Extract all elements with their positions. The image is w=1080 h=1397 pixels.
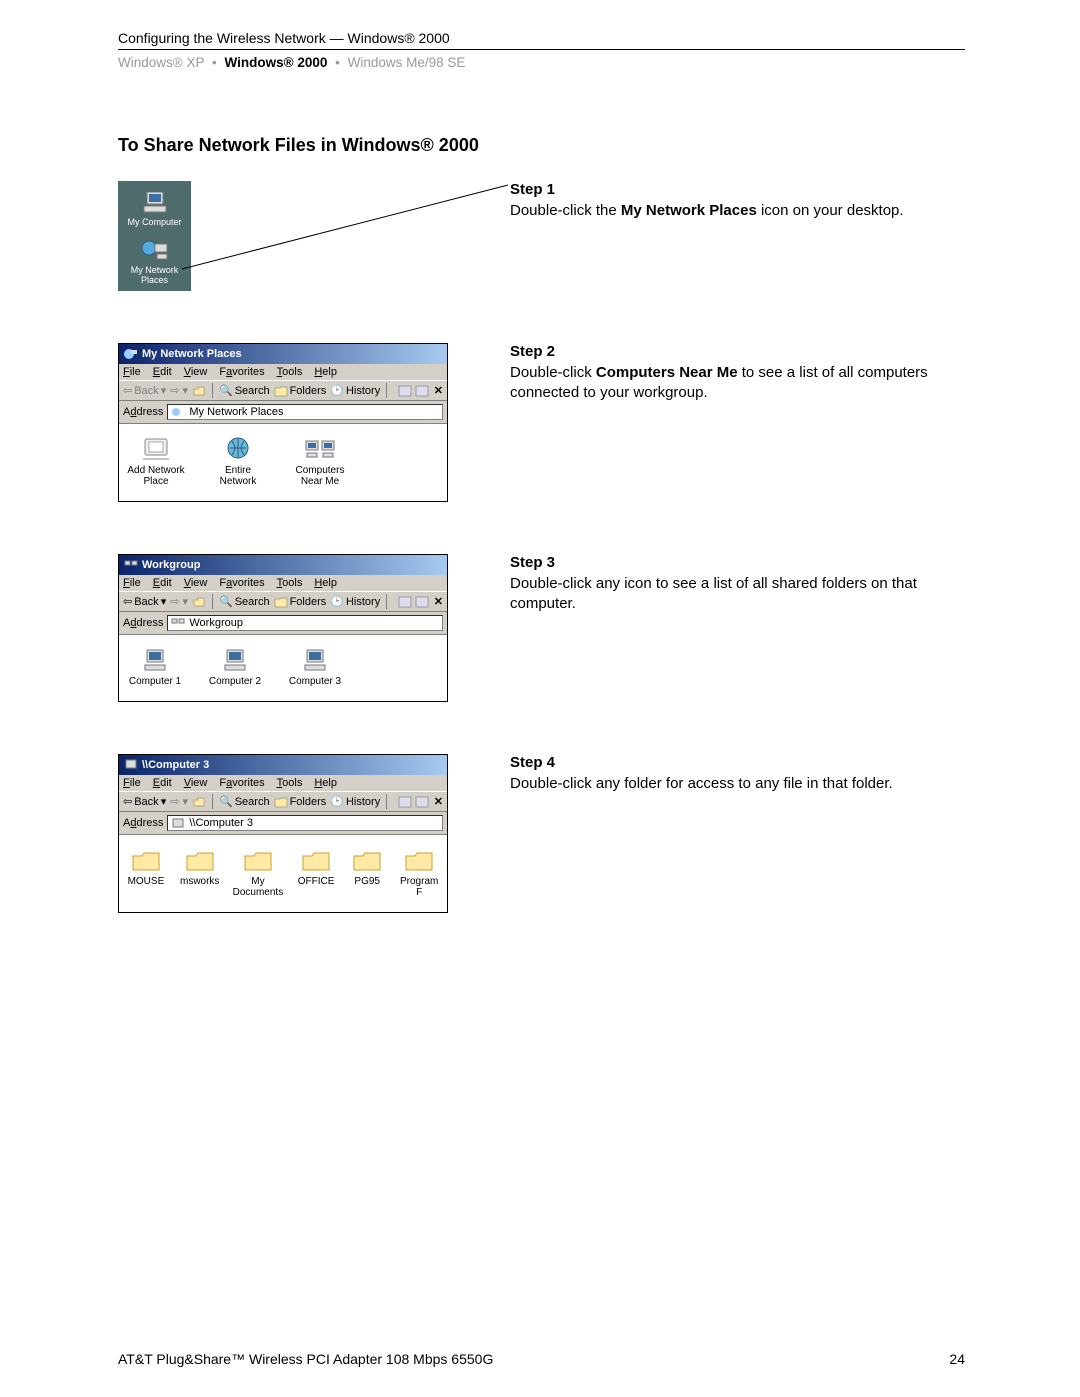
folder-my-documents[interactable]: My Documents: [233, 846, 284, 898]
back-button[interactable]: ⇦ Back ▾: [123, 795, 166, 808]
add-network-place-icon[interactable]: Add Network Place: [125, 435, 187, 487]
menubar: File Edit View Favorites Tools Help: [119, 575, 447, 591]
delete-icon[interactable]: ✕: [434, 384, 443, 397]
computers-near-me-icon[interactable]: Computers Near Me: [289, 435, 351, 487]
window-workgroup: Workgroup File Edit View Favorites Tools…: [118, 554, 448, 702]
menu-favorites[interactable]: Favorites: [219, 366, 264, 378]
folder-msworks[interactable]: msworks: [179, 846, 221, 898]
step3-text: Double-click any icon to see a list of a…: [510, 574, 965, 615]
menu-edit[interactable]: Edit: [153, 366, 172, 378]
footer-page-number: 24: [949, 1351, 965, 1367]
my-computer-icon: [140, 191, 170, 215]
menu-edit[interactable]: Edit: [153, 577, 172, 589]
my-network-places-label: My Network Places: [122, 265, 187, 285]
address-label: Address: [123, 817, 163, 829]
nav-xp: Windows® XP: [118, 55, 204, 70]
address-label: Address: [123, 406, 163, 418]
move-to-icon[interactable]: [398, 385, 412, 397]
menu-tools[interactable]: Tools: [277, 777, 303, 789]
search-button[interactable]: 🔍 Search: [219, 384, 270, 397]
menu-view[interactable]: View: [184, 577, 208, 589]
forward-button[interactable]: ⇨ ▾: [170, 795, 188, 808]
menubar: File Edit View Favorites Tools Help: [119, 775, 447, 791]
toolbar: ⇦ Back ▾ ⇨ ▾ 🔍 Search Folders 🕑 History: [119, 380, 447, 401]
search-button[interactable]: 🔍 Search: [219, 795, 270, 808]
forward-button[interactable]: ⇨ ▾: [170, 595, 188, 608]
window-title: My Network Places: [142, 348, 242, 360]
copy-to-icon[interactable]: [415, 796, 429, 808]
menu-tools[interactable]: Tools: [277, 577, 303, 589]
address-field[interactable]: Workgroup: [167, 615, 443, 631]
callout-line: [182, 255, 512, 335]
desktop-screenshot: My Computer My Network Places: [118, 181, 191, 291]
history-button[interactable]: 🕑 History: [330, 384, 380, 397]
computer3-icon[interactable]: Computer 3: [285, 646, 345, 687]
folder-program-files[interactable]: Program F: [397, 846, 441, 898]
menu-view[interactable]: View: [184, 366, 208, 378]
menu-help[interactable]: Help: [314, 577, 337, 589]
address-field[interactable]: My Network Places: [167, 404, 443, 420]
toolbar: ⇦ Back ▾ ⇨ ▾ 🔍 Search Folders 🕑 History …: [119, 591, 447, 612]
menu-help[interactable]: Help: [314, 366, 337, 378]
my-network-places-icon: [140, 239, 170, 263]
folders-button[interactable]: Folders: [274, 385, 327, 397]
move-to-icon[interactable]: [398, 796, 412, 808]
window-title: \\Computer 3: [142, 759, 209, 771]
window-computer3: \\Computer 3 File Edit View Favorites To…: [118, 754, 448, 913]
entire-network-icon[interactable]: Entire Network: [207, 435, 269, 487]
step4-heading: Step 4: [510, 754, 965, 771]
menu-tools[interactable]: Tools: [277, 366, 303, 378]
back-button[interactable]: ⇦ Back ▾: [123, 384, 166, 397]
toolbar: ⇦ Back ▾ ⇨ ▾ 🔍 Search Folders 🕑 History …: [119, 791, 447, 812]
address-label: Address: [123, 617, 163, 629]
nav-me98: Windows Me/98 SE: [348, 55, 466, 70]
menu-file[interactable]: File: [123, 577, 141, 589]
page-header-nav: Windows® XP • Windows® 2000 • Windows Me…: [118, 55, 965, 70]
folders-button[interactable]: Folders: [274, 596, 327, 608]
menu-help[interactable]: Help: [314, 777, 337, 789]
copy-to-icon[interactable]: [415, 385, 429, 397]
history-button[interactable]: 🕑 History: [330, 795, 380, 808]
page-header-title: Configuring the Wireless Network — Windo…: [118, 30, 965, 50]
folder-office[interactable]: OFFICE: [295, 846, 337, 898]
search-button[interactable]: 🔍 Search: [219, 595, 270, 608]
back-button[interactable]: ⇦ Back ▾: [123, 595, 166, 608]
copy-to-icon[interactable]: [415, 596, 429, 608]
menu-favorites[interactable]: Favorites: [219, 777, 264, 789]
delete-icon[interactable]: ✕: [434, 595, 443, 608]
up-button[interactable]: [192, 796, 206, 808]
footer-left: AT&T Plug&Share™ Wireless PCI Adapter 10…: [118, 1351, 493, 1367]
step2-text: Double-click Computers Near Me to see a …: [510, 363, 965, 404]
up-button[interactable]: [192, 385, 206, 397]
step1-text: Double-click the My Network Places icon …: [510, 201, 965, 221]
delete-icon[interactable]: ✕: [434, 795, 443, 808]
up-button[interactable]: [192, 596, 206, 608]
step4-text: Double-click any folder for access to an…: [510, 774, 965, 794]
menu-favorites[interactable]: Favorites: [219, 577, 264, 589]
menu-view[interactable]: View: [184, 777, 208, 789]
folder-mouse[interactable]: MOUSE: [125, 846, 167, 898]
computer2-icon[interactable]: Computer 2: [205, 646, 265, 687]
menubar: File Edit View Favorites Tools Help: [119, 364, 447, 380]
menu-edit[interactable]: Edit: [153, 777, 172, 789]
forward-button[interactable]: ⇨ ▾: [170, 384, 188, 397]
menu-file[interactable]: File: [123, 366, 141, 378]
move-to-icon[interactable]: [398, 596, 412, 608]
step3-heading: Step 3: [510, 554, 965, 571]
section-title: To Share Network Files in Windows® 2000: [118, 135, 965, 156]
computer1-icon[interactable]: Computer 1: [125, 646, 185, 687]
window-title: Workgroup: [142, 559, 200, 571]
step1-heading: Step 1: [510, 181, 965, 198]
window-my-network-places: My Network Places File Edit View Favorit…: [118, 343, 448, 502]
address-field[interactable]: \\Computer 3: [167, 815, 443, 831]
history-button[interactable]: 🕑 History: [330, 595, 380, 608]
menu-file[interactable]: File: [123, 777, 141, 789]
folders-button[interactable]: Folders: [274, 796, 327, 808]
folder-pg95[interactable]: PG95: [349, 846, 385, 898]
step2-heading: Step 2: [510, 343, 965, 360]
my-computer-label: My Computer: [127, 217, 181, 227]
nav-w2k: Windows® 2000: [225, 55, 328, 70]
